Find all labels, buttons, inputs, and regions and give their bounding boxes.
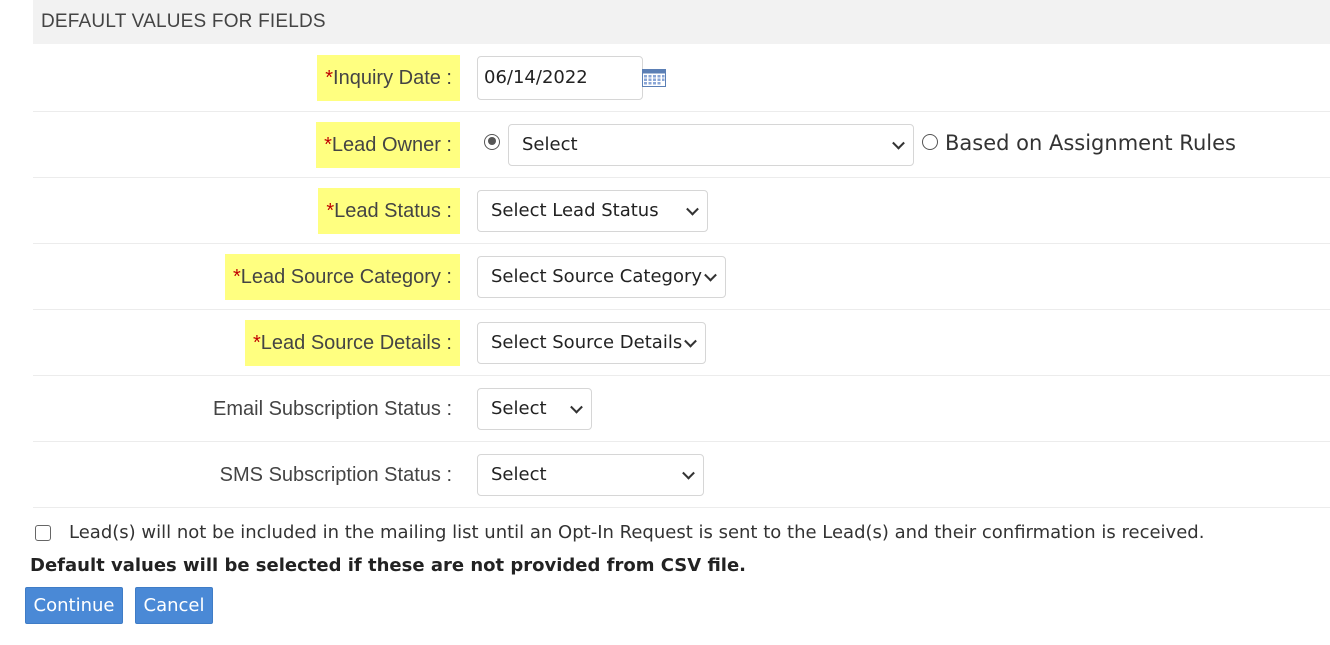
inquiry-date-input[interactable]: 06/14/2022 bbox=[477, 55, 643, 100]
email-subscription-status-select-value: Select bbox=[491, 398, 547, 419]
row-lead-source-category: *Lead Source Category : Select Source Ca… bbox=[33, 244, 1330, 310]
lead-source-details-label: *Lead Source Details : bbox=[244, 319, 460, 366]
chevron-down-icon bbox=[686, 202, 699, 216]
section-header: DEFAULT VALUES FOR FIELDS bbox=[33, 0, 1330, 44]
chevron-down-icon bbox=[682, 466, 695, 480]
lead-source-details-select[interactable]: Select Source Details bbox=[477, 321, 706, 364]
lead-owner-select[interactable]: Select bbox=[508, 123, 914, 166]
sms-subscription-status-label: SMS Subscription Status : bbox=[219, 463, 452, 486]
continue-button[interactable]: Continue bbox=[25, 587, 123, 624]
sms-subscription-status-select-value: Select bbox=[491, 464, 547, 485]
assignment-rules-radio[interactable] bbox=[922, 133, 938, 150]
sms-subscription-status-select[interactable]: Select bbox=[477, 453, 704, 496]
lead-status-select-value: Select Lead Status bbox=[491, 200, 659, 221]
chevron-down-icon bbox=[704, 268, 717, 282]
chevron-down-icon bbox=[684, 334, 697, 348]
section-title: DEFAULT VALUES FOR FIELDS bbox=[41, 11, 326, 32]
lead-source-category-label: *Lead Source Category : bbox=[224, 253, 460, 300]
email-subscription-status-select[interactable]: Select bbox=[477, 387, 592, 430]
lead-owner-select-radio[interactable] bbox=[484, 133, 500, 150]
row-inquiry-date: *Inquiry Date : 06/14/2022 bbox=[33, 44, 1330, 112]
row-sms-subscription-status: SMS Subscription Status : Select bbox=[33, 442, 1330, 508]
email-subscription-status-label: Email Subscription Status : bbox=[213, 397, 452, 420]
row-lead-source-details: *Lead Source Details : Select Source Det… bbox=[33, 310, 1330, 376]
optin-checkbox[interactable] bbox=[35, 524, 51, 541]
required-mark: * bbox=[252, 331, 261, 354]
lead-status-label: *Lead Status : bbox=[318, 187, 460, 234]
chevron-down-icon bbox=[570, 400, 583, 414]
lead-source-category-label-text: Lead Source Category : bbox=[240, 265, 452, 288]
lead-source-category-select[interactable]: Select Source Category bbox=[477, 255, 726, 298]
row-lead-status: *Lead Status : Select Lead Status bbox=[33, 178, 1330, 244]
lead-owner-label-text: Lead Owner : bbox=[331, 133, 452, 156]
lead-source-details-select-value: Select Source Details bbox=[491, 332, 683, 353]
required-mark: * bbox=[324, 133, 332, 156]
optin-text: Lead(s) will not be included in the mail… bbox=[69, 522, 1205, 543]
required-mark: * bbox=[325, 66, 334, 89]
lead-owner-select-value: Select bbox=[522, 134, 578, 155]
required-mark: * bbox=[232, 265, 241, 288]
lead-status-label-text: Lead Status : bbox=[334, 199, 452, 222]
default-values-note: Default values will be selected if these… bbox=[30, 555, 747, 576]
assignment-rules-label[interactable]: Based on Assignment Rules bbox=[945, 131, 1236, 155]
lead-source-category-select-value: Select Source Category bbox=[491, 266, 703, 287]
row-email-subscription-status: Email Subscription Status : Select bbox=[33, 376, 1330, 442]
lead-status-select[interactable]: Select Lead Status bbox=[477, 189, 708, 232]
optin-notice: Lead(s) will not be included in the mail… bbox=[35, 522, 1204, 543]
required-mark: * bbox=[326, 199, 335, 222]
calendar-icon[interactable] bbox=[642, 68, 666, 87]
row-lead-owner: *Lead Owner : Select Based on Assignment… bbox=[33, 112, 1330, 178]
lead-source-details-label-text: Lead Source Details : bbox=[260, 331, 452, 354]
inquiry-date-label-text: Inquiry Date : bbox=[333, 66, 452, 89]
cancel-button[interactable]: Cancel bbox=[135, 587, 213, 624]
lead-owner-label: *Lead Owner : bbox=[316, 121, 460, 168]
inquiry-date-label: *Inquiry Date : bbox=[317, 54, 460, 101]
inquiry-date-value: 06/14/2022 bbox=[484, 67, 588, 88]
chevron-down-icon bbox=[892, 136, 905, 150]
